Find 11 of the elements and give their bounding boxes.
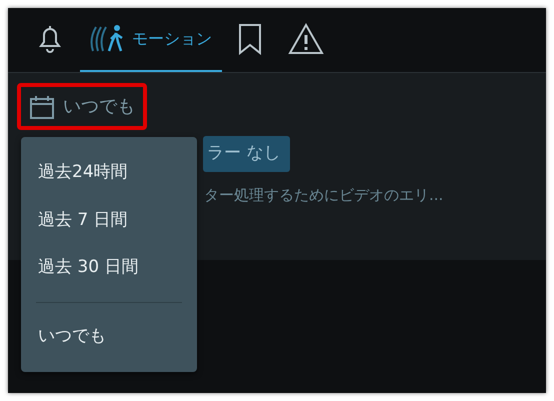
- menu-item[interactable]: 過去 30 日間: [21, 244, 197, 292]
- warning-icon: [288, 23, 324, 55]
- menu-item[interactable]: 過去24時間: [21, 149, 197, 196]
- filter-chip[interactable]: ラー なし: [203, 136, 290, 172]
- calendar-icon: [29, 94, 55, 120]
- description-text: ター処理するためにビデオのエリ...: [204, 184, 444, 206]
- bookmark-icon: [238, 23, 262, 55]
- date-filter-button[interactable]: いつでも: [29, 93, 135, 120]
- menu-item[interactable]: いつでも: [21, 312, 197, 360]
- bell-icon: [36, 24, 64, 54]
- menu-item[interactable]: 過去 7 日間: [21, 196, 197, 244]
